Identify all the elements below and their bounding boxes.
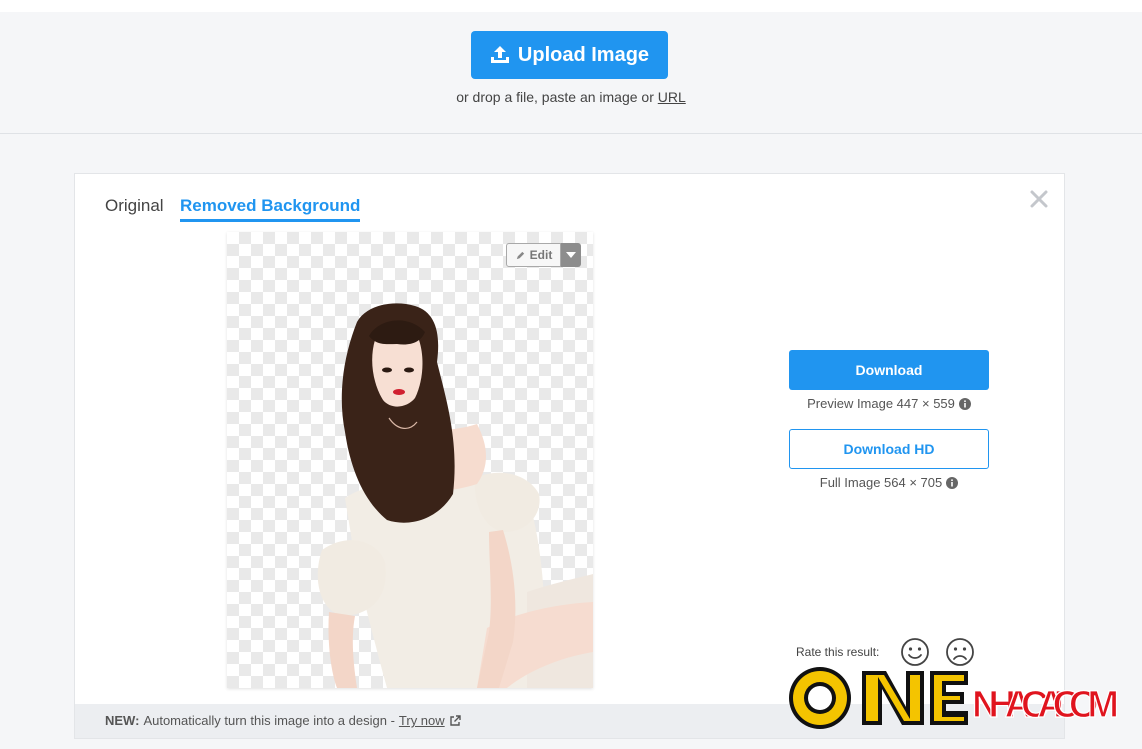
upload-area[interactable]: Upload Image or drop a file, paste an im… [0, 12, 1142, 134]
url-link[interactable]: URL [658, 89, 686, 105]
info-icon[interactable] [958, 397, 971, 410]
info-icon[interactable] [946, 476, 959, 489]
drop-hint: or drop a file, paste an image or URL [0, 89, 1142, 105]
edit-control: Edit [506, 243, 581, 267]
new-tag: NEW: [105, 713, 140, 728]
watermark-text: NHACAI.COM [972, 684, 1118, 726]
result-card: Original Removed Background Edit Downloa… [74, 173, 1065, 739]
watermark-logo: NHACAI.COM [789, 667, 1120, 729]
close-icon[interactable] [1028, 188, 1050, 210]
external-link-icon[interactable] [449, 714, 461, 727]
upload-icon [490, 46, 509, 63]
preview-caption: Preview Image 447 × 559 [789, 396, 989, 411]
edit-button[interactable]: Edit [506, 243, 561, 267]
result-image-preview[interactable]: Edit [227, 232, 593, 688]
try-now-link[interactable]: Try now [399, 713, 445, 728]
edit-button-label: Edit [529, 248, 553, 262]
download-hd-button[interactable]: Download HD [789, 429, 989, 469]
full-image-caption: Full Image 564 × 705 [789, 475, 989, 490]
tab-original[interactable]: Original [105, 196, 164, 216]
footer-text: NEW: Automatically turn this image into … [105, 713, 461, 728]
drop-hint-text: or drop a file, paste an image or [456, 89, 654, 105]
full-caption-text: Full Image 564 × 705 [819, 475, 943, 490]
edit-options-button[interactable] [561, 243, 581, 267]
tab-removed-background[interactable]: Removed Background [180, 196, 361, 222]
pencil-icon [516, 251, 524, 259]
caret-down-icon [566, 252, 576, 258]
footer-message: Automatically turn this image into a des… [143, 713, 395, 728]
download-button[interactable]: Download [789, 350, 989, 390]
rate-label: Rate this result: [796, 645, 880, 659]
upload-button-label: Upload Image [517, 43, 650, 66]
upload-image-button[interactable]: Upload Image [471, 31, 668, 79]
subject-image [317, 303, 593, 688]
preview-caption-text: Preview Image 447 × 559 [807, 396, 955, 411]
